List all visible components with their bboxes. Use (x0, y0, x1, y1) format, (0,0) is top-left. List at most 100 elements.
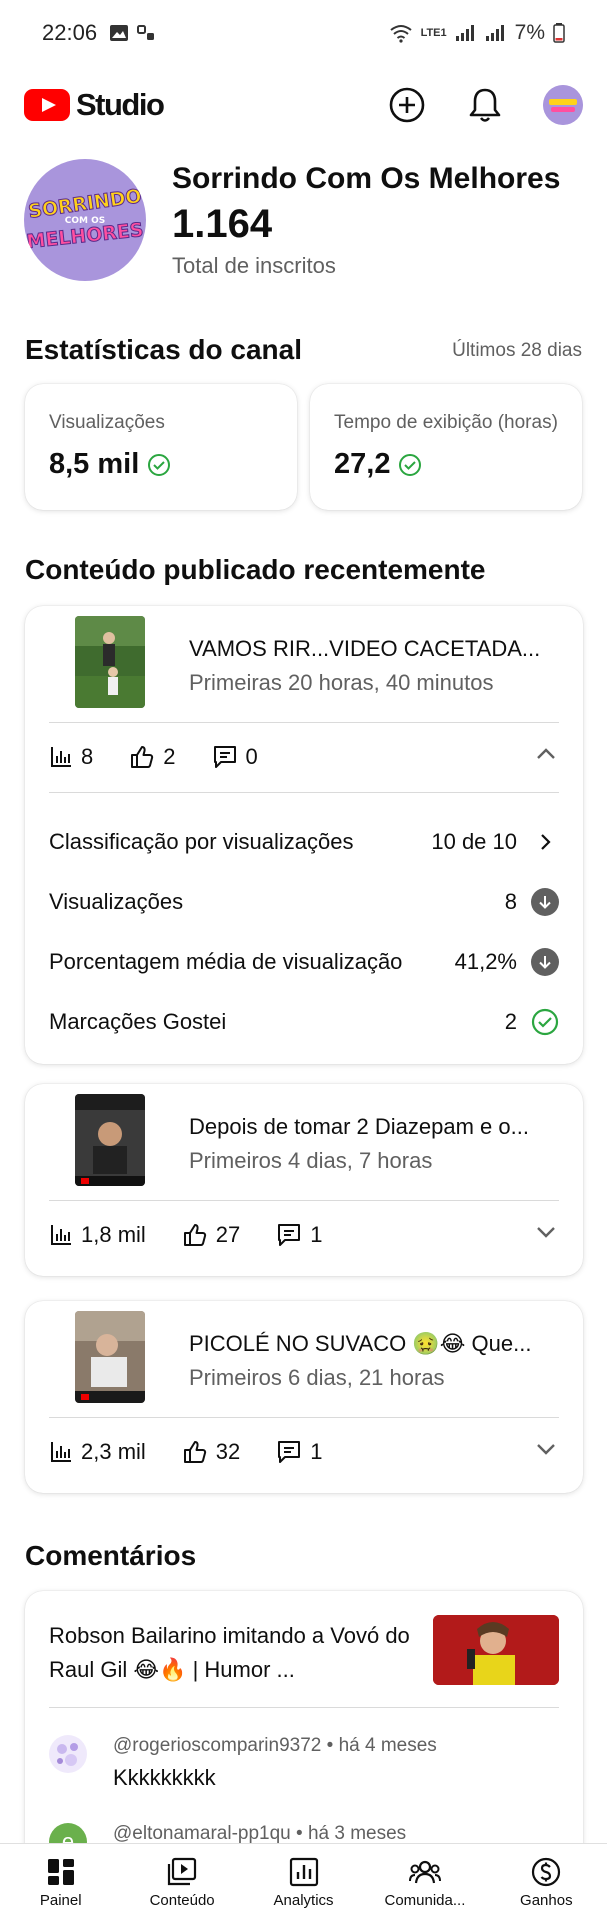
video-header[interactable]: VAMOS RIR...VIDEO CACETADA... Primeiras … (25, 606, 585, 722)
views-metric: 1,8 mil (49, 1222, 146, 1248)
check-circle-icon (399, 453, 422, 476)
ranking-value: 10 de 10 (431, 829, 517, 854)
battery-icon (553, 23, 565, 43)
thumbs-up-icon (183, 1441, 206, 1463)
youtube-studio-dashboard: 22:06 LTE1 7% Studio SORRINDO COM OS MEL… (0, 0, 607, 1920)
nav-label: Comunida... (384, 1891, 466, 1909)
nav-earnings[interactable]: Ganhos (486, 1844, 607, 1920)
expand-button[interactable] (533, 1436, 559, 1468)
signal-icon (455, 25, 474, 41)
video-header[interactable]: Depois de tomar 2 Diazepam e o... Primei… (25, 1084, 585, 1200)
nav-content[interactable]: Conteúdo (121, 1844, 242, 1920)
channel-avatar[interactable]: SORRINDO COM OS MELHORES (24, 159, 146, 281)
status-notification-icons (109, 24, 155, 42)
ranking-row[interactable]: Classificação por visualizações 10 de 10 (49, 820, 559, 864)
divider (49, 792, 559, 793)
video-metrics: 8 2 0 (49, 722, 559, 792)
comment-author: @rogerioscomparin9372 (113, 1735, 322, 1756)
subscriber-label: Total de inscritos (172, 252, 336, 278)
status-right: LTE1 7% (389, 21, 565, 45)
avg-view-percent-label: Porcentagem média de visualização (49, 949, 403, 974)
chevron-down-icon (537, 1227, 555, 1238)
bar-chart-icon (51, 747, 71, 767)
expand-button[interactable] (533, 1219, 559, 1251)
nav-dashboard[interactable]: Painel (0, 1844, 121, 1920)
comment-video-thumbnail[interactable] (433, 1615, 559, 1685)
watch-time-label: Tempo de exibição (horas) (334, 412, 558, 433)
views-value-row: 8,5 mil (49, 448, 273, 481)
comment-author: @eltonamaral-pp1qu (113, 1823, 291, 1844)
nav-label: Analytics (273, 1891, 334, 1909)
divider (49, 1707, 559, 1708)
bar-chart-icon (51, 1442, 71, 1462)
collapse-button[interactable] (533, 741, 559, 773)
comments-title: Comentários (25, 1540, 197, 1571)
bar-chart-icon (51, 1225, 71, 1245)
video-title: Depois de tomar 2 Diazepam e o... (189, 1114, 529, 1139)
commenter-avatar (49, 1735, 87, 1773)
views-label: Visualizações (49, 412, 165, 433)
channel-name: Sorrindo Com Os Melhores (172, 161, 561, 195)
youtube-logo-icon (24, 89, 70, 121)
video-thumbnail (75, 1311, 145, 1403)
likes-count: 2 (163, 744, 176, 769)
views-stat-card[interactable]: Visualizações 8,5 mil (25, 384, 297, 510)
studio-logo[interactable]: Studio (24, 87, 165, 123)
likes-detail-label: Marcações Gostei (49, 1009, 227, 1034)
status-time: 22:06 (42, 20, 98, 45)
comment-icon (278, 1224, 301, 1246)
video-period: Primeiros 4 dias, 7 horas (189, 1148, 433, 1173)
comment-time: há 4 meses (338, 1735, 437, 1756)
comments-metric: 1 (276, 1439, 323, 1465)
add-circle-icon (389, 87, 425, 123)
likes-detail-row: Marcações Gostei 2 (49, 1000, 559, 1044)
channel-summary: SORRINDO COM OS MELHORES Sorrindo Com Os… (24, 155, 584, 285)
check-circle-icon (148, 453, 171, 476)
nav-label: Ganhos (520, 1891, 573, 1909)
comment-item[interactable]: @rogerioscomparin9372 • há 4 meses Kkkkk… (49, 1735, 559, 1795)
chevron-down-icon (537, 1444, 555, 1455)
video-library-icon (168, 1857, 197, 1885)
header-actions (387, 85, 583, 125)
likes-count: 27 (215, 1222, 241, 1247)
comments-count: 0 (245, 744, 258, 769)
video-metrics: 2,3 mil 32 1 (49, 1417, 559, 1487)
likes-metric: 32 (182, 1439, 240, 1465)
stats-title: Estatísticas do canal (25, 334, 303, 365)
bell-icon (469, 88, 501, 122)
video-title: PICOLÉ NO SUVACO 🤢😂 Que... (189, 1331, 532, 1356)
battery-percent: 7% (514, 21, 545, 44)
likes-detail-value: 2 (504, 1009, 517, 1034)
nav-community[interactable]: Comunida... (364, 1844, 485, 1920)
wifi-icon (389, 25, 412, 43)
comments-count: 1 (310, 1222, 323, 1247)
comments-count: 1 (310, 1439, 323, 1464)
comment-video-title[interactable]: Robson Bailarino imitando a Vovó do Raul… (49, 1619, 419, 1687)
signal-icon-2 (485, 25, 504, 41)
app-name: Studio (76, 87, 165, 122)
notifications-button[interactable] (465, 85, 505, 125)
stats-period: Últimos 28 dias (452, 340, 582, 361)
arrow-down-circle-icon (531, 888, 559, 916)
views-count: 1,8 mil (81, 1222, 146, 1247)
dashboard-icon (47, 1858, 74, 1885)
chevron-right-icon (531, 828, 559, 856)
comment-time: há 3 meses (307, 1823, 407, 1844)
check-circle-icon (531, 1008, 559, 1036)
comment-meta: @rogerioscomparin9372 • há 4 meses (113, 1735, 437, 1756)
status-bar: 22:06 LTE1 7% (0, 0, 607, 66)
arrow-down-circle-icon (531, 948, 559, 976)
views-metric: 8 (49, 744, 93, 770)
comment-meta: @eltonamaral-pp1qu • há 3 meses (113, 1823, 407, 1844)
create-button[interactable] (387, 85, 427, 125)
video-metrics: 1,8 mil 27 1 (49, 1200, 559, 1270)
nav-label: Painel (39, 1891, 82, 1909)
community-icon (408, 1860, 441, 1883)
account-avatar[interactable] (543, 85, 583, 125)
watch-time-value: 27,2 (334, 448, 391, 480)
video-header[interactable]: PICOLÉ NO SUVACO 🤢😂 Que... Primeiros 6 d… (25, 1301, 585, 1417)
analytics-icon (289, 1857, 318, 1886)
nav-analytics[interactable]: Analytics (243, 1844, 364, 1920)
ranking-label: Classificação por visualizações (49, 829, 354, 854)
watch-time-stat-card[interactable]: Tempo de exibição (horas) 27,2 (310, 384, 582, 510)
